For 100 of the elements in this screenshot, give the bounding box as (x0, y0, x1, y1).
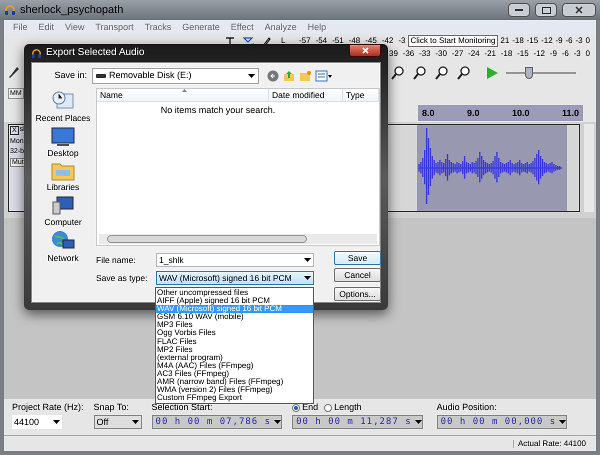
menu-item[interactable]: Edit (38, 22, 54, 32)
meter-tick-label: -15 (517, 50, 529, 58)
dropdown-option[interactable]: AMR (narrow band) Files (FFmpeg) (156, 378, 313, 386)
ruler-label: 11.0 (562, 108, 579, 118)
dropdown-option[interactable]: GSM 6.10 WAV (mobile) (156, 313, 313, 322)
dropdown-arrow-icon (304, 276, 311, 280)
window-title: sherlock_psychopath (20, 2, 124, 18)
dropdown-arrow-icon (414, 420, 422, 424)
time-field[interactable]: 00 h 00 m 00,000 s (436, 415, 568, 429)
meter-tick-label: -33 (419, 50, 431, 58)
meter-tick-label: 39 (389, 50, 398, 58)
sort-arrow-icon (182, 89, 187, 92)
dropdown-arrow-icon (274, 420, 282, 424)
menu-item[interactable]: Analyze (264, 22, 297, 32)
file-name-field[interactable]: 1_shlk (156, 253, 314, 267)
meter-tick-label: -48 (348, 36, 360, 44)
drive-icon (96, 74, 106, 78)
horizontal-scrollbar[interactable] (99, 234, 377, 244)
timeline-ruler[interactable]: 8.0 9.0 10.0 11.0 (418, 105, 583, 121)
field-label: Audio Position: (436, 403, 498, 412)
menu-item[interactable]: File (13, 22, 28, 32)
meter-tick-label: -3 (574, 50, 581, 58)
zoom-fit-icon[interactable] (456, 65, 472, 81)
dropdown-option[interactable]: MP2 Files (156, 346, 313, 354)
dropdown-option[interactable]: AC3 Files (FFmpeg) (156, 370, 313, 378)
meter-tick-label: -12 (533, 50, 545, 58)
meter-tick-label: -9 (556, 36, 563, 44)
zoom-out-icon[interactable] (412, 65, 428, 81)
meter-tick-label: 21 (500, 36, 510, 44)
scrollbar-thumb[interactable] (107, 235, 307, 243)
menu-item[interactable]: Effect (230, 22, 254, 32)
meter-tick-label: -3 (576, 36, 583, 44)
menu-item[interactable]: View (65, 22, 84, 32)
place-item[interactable]: Computer (44, 196, 82, 226)
time-field[interactable]: 00 h 00 m 07,786 s (152, 415, 282, 429)
speed-slider[interactable] (506, 67, 576, 79)
save-as-type-combo[interactable]: WAV (Microsoft) signed 16 bit PCM (156, 271, 314, 285)
field-label: Snap To: (94, 403, 130, 412)
options-button[interactable]: Options... (334, 287, 381, 301)
zoom-in-icon[interactable] (390, 65, 406, 81)
ruler-label: 8.0 (422, 108, 435, 118)
minimize-button[interactable] (508, 3, 530, 17)
cancel-button[interactable]: Cancel (334, 268, 381, 282)
project-rate-combo[interactable]: 44100 (12, 415, 62, 429)
dropdown-option[interactable]: M4A (AAC) Files (FFmpeg) (156, 362, 313, 370)
field-label: Save as type: (96, 274, 149, 282)
meter-tick-label: -30 (435, 50, 447, 58)
column-header[interactable]: Name (97, 89, 269, 102)
up-folder-icon[interactable] (283, 70, 295, 82)
close-button[interactable] (349, 44, 381, 57)
field-label: File name: (96, 256, 137, 264)
dropdown-option[interactable]: WMA (version 2) Files (FFmpeg) (156, 386, 313, 394)
vertical-scrollbar[interactable] (584, 124, 594, 212)
meter-tick-label: 0 (586, 50, 590, 58)
maximize-button[interactable] (535, 3, 557, 17)
meter-tick-label: -27 (452, 50, 464, 58)
dropdown-option[interactable]: Custom FFmpeg Export (156, 394, 313, 402)
meter-tick-label: 0 (586, 36, 590, 44)
monitoring-tooltip: Click to Start Monitoring (408, 34, 498, 46)
meter-tick-label: -18 (500, 50, 512, 58)
time-field[interactable]: 00 h 00 m 11,287 s (292, 415, 423, 429)
zoom-selection-icon[interactable] (434, 65, 450, 81)
dropdown-arrow-icon (132, 420, 139, 424)
field-label: Project Rate (Hz): (12, 403, 84, 412)
dropdown-arrow-icon (248, 74, 255, 78)
meter-tick-label: -24 (468, 50, 480, 58)
meter-tick-label: -18 (512, 36, 524, 44)
file-list[interactable]: Name Date modified Type No items match your search. (96, 88, 380, 246)
meter-tick-label: -6 (566, 36, 573, 44)
dropdown-option[interactable]: Other uncompressed files (156, 289, 313, 298)
status-text: Actual Rate: 44100 (512, 440, 586, 448)
radio-button[interactable] (324, 404, 332, 412)
save-in-combo[interactable]: Removable Disk (E:) (92, 68, 259, 84)
dropdown-option[interactable]: AIFF (Apple) signed 16 bit PCM (156, 297, 313, 306)
dropdown-option[interactable]: (external program) (156, 354, 313, 362)
dropdown-option[interactable]: Ogg Vorbis Files (156, 329, 313, 338)
meter-tick-label: -51 (332, 36, 344, 44)
place-item[interactable]: Recent Places (36, 90, 90, 122)
meter-tick-label: -12 (541, 36, 553, 44)
close-button[interactable] (562, 3, 596, 17)
slider-thumb[interactable] (524, 67, 533, 79)
place-item[interactable]: Libraries (46, 161, 80, 192)
column-header[interactable]: Type (343, 89, 379, 102)
dropdown-arrow-icon (304, 258, 311, 262)
snap-to-combo[interactable]: Off (94, 415, 142, 429)
save-button[interactable]: Save (334, 251, 381, 265)
menu-item[interactable]: Tracks (144, 22, 172, 32)
column-header[interactable]: Date modified (269, 89, 343, 102)
headphones-icon (4, 4, 16, 16)
headphones-icon (31, 48, 42, 58)
view-menu-icon[interactable] (315, 70, 333, 82)
menu-item[interactable]: Generate (182, 22, 220, 32)
dropdown-option[interactable]: FLAC Files (156, 338, 313, 346)
dialog-title: Export Selected Audio (46, 48, 144, 58)
menu-item[interactable]: Transport (95, 22, 134, 32)
place-item[interactable]: Network (47, 230, 79, 262)
place-item[interactable]: Desktop (47, 126, 79, 157)
dropdown-option[interactable]: MP3 Files (156, 321, 313, 330)
menu-item[interactable]: Help (308, 22, 326, 32)
dropdown-arrow-icon (53, 420, 60, 424)
